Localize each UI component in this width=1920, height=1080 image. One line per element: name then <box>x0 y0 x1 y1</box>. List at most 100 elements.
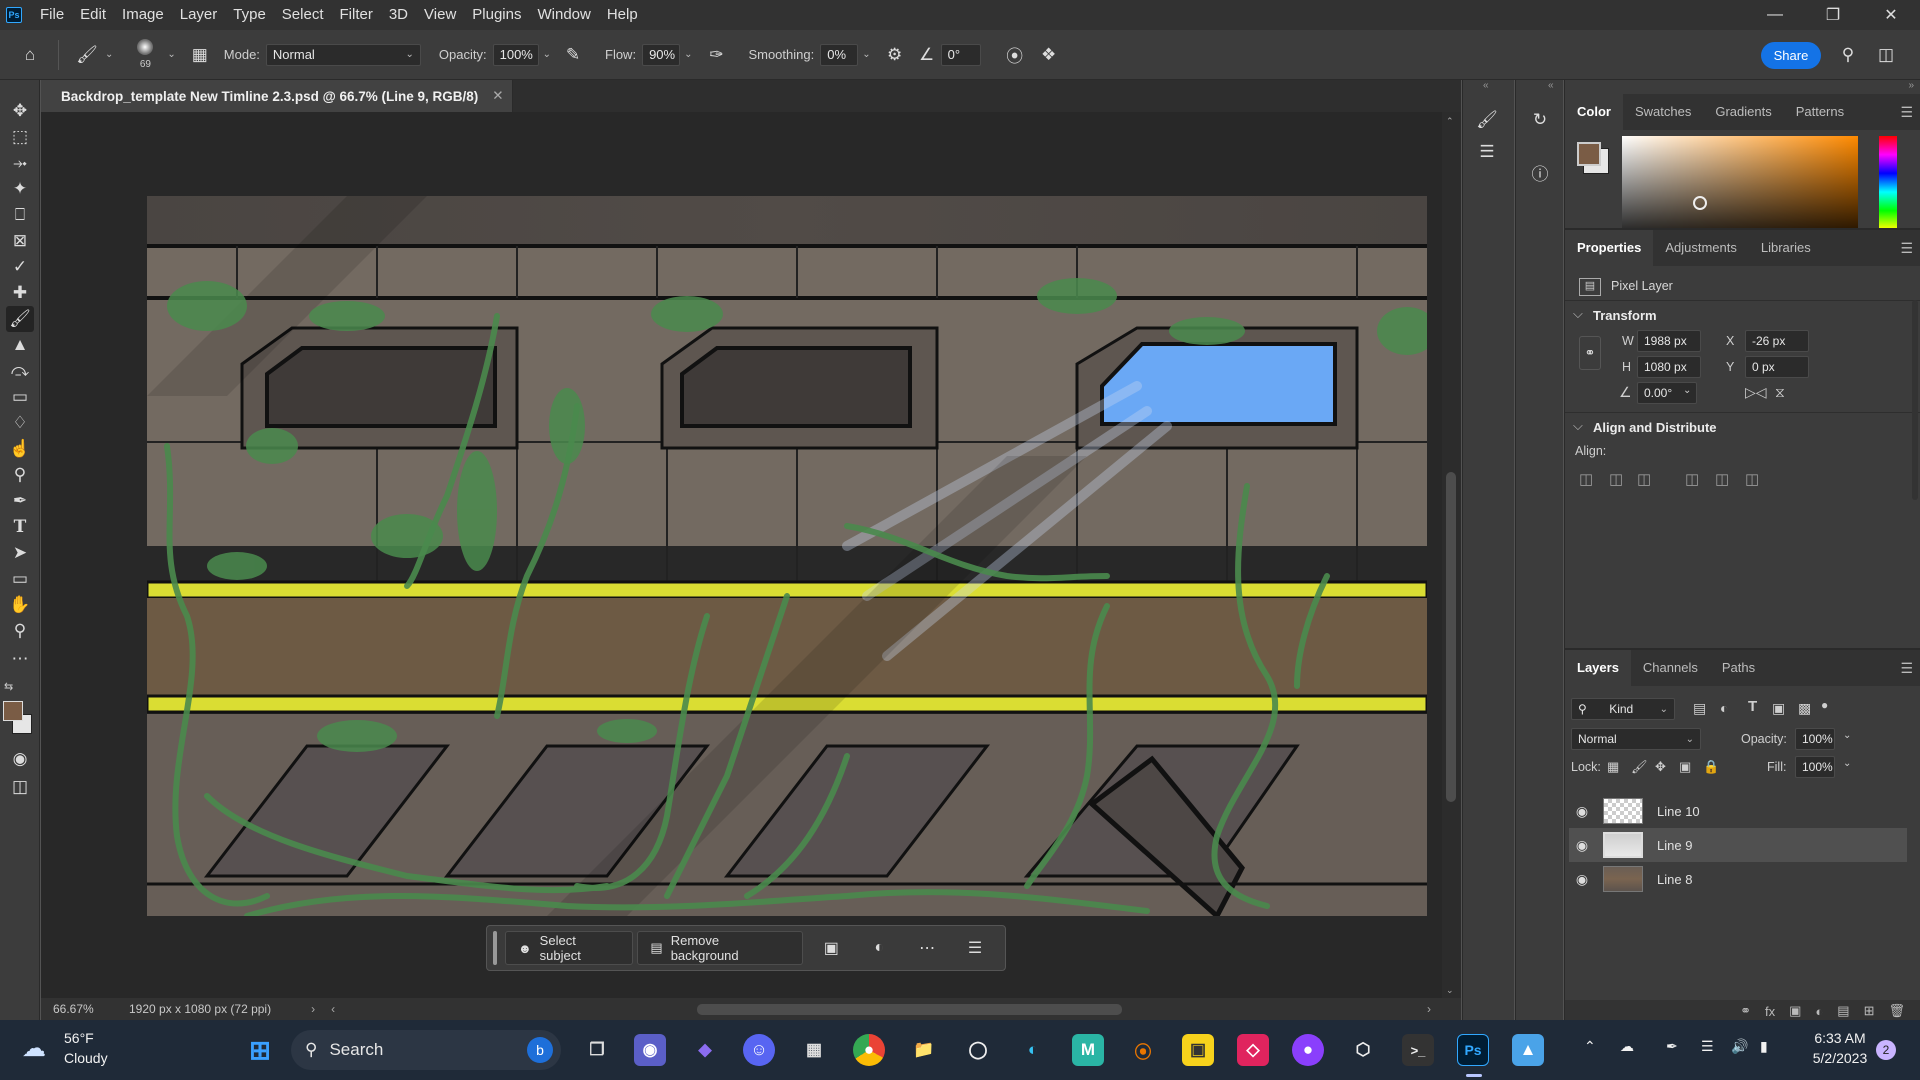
dodge-tool-icon[interactable]: ⚲ <box>6 462 34 488</box>
eraser-tool-icon[interactable]: ▭ <box>6 384 34 410</box>
brush-preset-picker[interactable]: 69 <box>127 38 163 71</box>
onedrive-icon[interactable]: ☁ <box>1620 1038 1634 1055</box>
layer-row-line-10[interactable]: ◉ Line 10 <box>1569 794 1907 828</box>
align-section-header[interactable]: Align and Distribute <box>1565 418 1717 435</box>
smudge-tool-icon[interactable]: ☝ <box>6 436 34 462</box>
flip-horizontal-icon[interactable]: ▷◁ <box>1745 384 1767 401</box>
brush-tool-icon[interactable]: 🖌 <box>6 306 34 332</box>
bing-icon[interactable]: b <box>527 1037 553 1063</box>
battery-icon[interactable]: ▮ <box>1760 1038 1768 1055</box>
file-explorer-icon[interactable]: 📁 <box>908 1034 940 1066</box>
remove-background-button[interactable]: ▤ Remove background <box>637 931 804 965</box>
pressure-size-icon[interactable]: ⦿ <box>1001 41 1029 69</box>
edge-icon[interactable]: ◐ <box>1017 1034 1049 1066</box>
filter-shape-icon[interactable]: ▣ <box>1772 700 1785 717</box>
brush-settings-icon[interactable]: ▦ <box>186 41 214 69</box>
height-input[interactable]: 1080 px <box>1637 356 1701 378</box>
photoshop-taskbar-icon[interactable]: Ps <box>1457 1034 1489 1066</box>
transform-section-header[interactable]: Transform <box>1565 306 1657 323</box>
menu-help[interactable]: Help <box>599 0 646 30</box>
teams-icon[interactable]: ◉ <box>634 1034 666 1066</box>
panel-menu-icon[interactable]: ☰ <box>1900 240 1913 257</box>
weather-desc[interactable]: Cloudy <box>64 1050 108 1066</box>
flow-caret-icon[interactable]: ⌄ <box>684 49 692 60</box>
layer-opacity-input[interactable]: 100% <box>1795 728 1835 750</box>
y-input[interactable]: 0 px <box>1745 356 1809 378</box>
eye-icon[interactable]: ◉ <box>1569 837 1595 854</box>
filter-toggle-icon[interactable]: ● <box>1821 698 1828 712</box>
workspace-icon[interactable]: ◫ <box>1872 41 1900 69</box>
show-hidden-icons[interactable]: ⌃ <box>1584 1038 1596 1055</box>
photos-icon[interactable]: ▲ <box>1512 1034 1544 1066</box>
drag-handle[interactable] <box>493 931 497 965</box>
angle-input[interactable]: 0° <box>940 43 981 66</box>
width-input[interactable]: 1988 px <box>1637 330 1701 352</box>
history-panel-icon[interactable]: ↻ <box>1526 106 1554 134</box>
adjustments-panel-icon[interactable]: ☰ <box>1473 138 1501 166</box>
notification-badge[interactable]: 2 <box>1876 1040 1896 1060</box>
creative-cloud-icon[interactable]: ◇ <box>1237 1034 1269 1066</box>
capture-icon[interactable]: ◯ <box>962 1034 994 1066</box>
align-bottom-icon[interactable]: ◫ <box>1745 470 1759 488</box>
menu-file[interactable]: File <box>32 0 72 30</box>
smoothing-input[interactable]: 0% <box>820 43 859 66</box>
color-foreground-swatch[interactable] <box>1577 142 1601 166</box>
marquee-tool-icon[interactable]: ⬚ <box>6 124 34 150</box>
hand-tool-icon[interactable]: ✋ <box>6 592 34 618</box>
expand-icon[interactable]: » <box>1908 80 1914 91</box>
close-tab-icon[interactable]: ✕ <box>492 88 503 104</box>
wifi-icon[interactable]: ☰ <box>1701 1038 1714 1055</box>
opacity-caret-icon[interactable]: ⌄ <box>543 49 551 60</box>
restore-icon[interactable]: ❐ <box>1804 0 1862 30</box>
windows-start-icon[interactable]: ⊞ <box>244 1034 276 1066</box>
blend-mode-select[interactable]: Normal ⌄ <box>1571 728 1701 750</box>
layer-name[interactable]: Line 8 <box>1657 872 1692 887</box>
align-center-h-icon[interactable]: ◫ <box>1609 470 1623 488</box>
gear-icon[interactable]: ⚙ <box>881 41 909 69</box>
minimize-icon[interactable]: — <box>1746 0 1804 30</box>
share-button[interactable]: Share <box>1761 42 1821 69</box>
layer-name[interactable]: Line 9 <box>1657 838 1692 853</box>
panel-menu-icon[interactable]: ☰ <box>1900 104 1913 121</box>
lock-position-icon[interactable]: ✥ <box>1655 759 1666 775</box>
horizontal-scroll-thumb[interactable] <box>697 1004 1122 1015</box>
lasso-tool-icon[interactable]: ⤞ <box>6 150 34 176</box>
close-window-icon[interactable]: ✕ <box>1862 0 1920 30</box>
weather-temp[interactable]: 56°F <box>64 1030 94 1046</box>
align-top-icon[interactable]: ◫ <box>1685 470 1699 488</box>
path-selection-tool-icon[interactable]: ➤ <box>6 540 34 566</box>
menu-filter[interactable]: Filter <box>332 0 381 30</box>
document-tab[interactable]: Backdrop_template New Timline 2.3.psd @ … <box>41 80 513 112</box>
lock-transparency-icon[interactable]: ▦ <box>1607 759 1619 775</box>
collapse-icon[interactable]: « <box>1483 80 1489 91</box>
menu-edit[interactable]: Edit <box>72 0 114 30</box>
layer-row-line-9[interactable]: ◉ Line 9 <box>1569 828 1907 862</box>
menu-plugins[interactable]: Plugins <box>464 0 529 30</box>
terminal-icon[interactable]: >_ <box>1402 1034 1434 1066</box>
github-icon[interactable]: ● <box>1292 1034 1324 1066</box>
smoothing-caret-icon[interactable]: ⌄ <box>862 49 870 60</box>
screen-mode-icon[interactable]: ◫ <box>6 774 34 800</box>
tab-gradients[interactable]: Gradients <box>1703 94 1783 130</box>
link-layers-icon[interactable]: ⚭ <box>1740 1003 1751 1019</box>
rotation-caret-icon[interactable]: ⌄ <box>1683 385 1691 396</box>
quick-mask-icon[interactable]: ◉ <box>6 746 34 772</box>
eye-icon[interactable]: ◉ <box>1569 871 1595 888</box>
filter-type-icon[interactable]: T <box>1748 698 1757 715</box>
link-icon[interactable]: ⚭ <box>1579 336 1601 370</box>
tab-swatches[interactable]: Swatches <box>1623 94 1703 130</box>
chrome-icon[interactable]: ● <box>853 1034 885 1066</box>
trash-icon[interactable]: 🗑 <box>1888 1003 1905 1019</box>
collapse-icon[interactable]: « <box>1548 80 1554 91</box>
pen-tool-icon[interactable]: ✒ <box>6 488 34 514</box>
stamp-tool-icon[interactable]: ▲ <box>6 332 34 358</box>
fill-input[interactable]: 100% <box>1795 756 1835 778</box>
more-options-icon[interactable]: ⋯ <box>903 931 951 965</box>
healing-brush-tool-icon[interactable]: ✚ <box>6 280 34 306</box>
menu-type[interactable]: Type <box>225 0 274 30</box>
lock-all-icon[interactable]: 🔒 <box>1703 759 1719 775</box>
tab-patterns[interactable]: Patterns <box>1784 94 1856 130</box>
type-tool-icon[interactable]: T <box>6 514 34 540</box>
history-brush-tool-icon[interactable]: ⤼ <box>6 358 34 384</box>
volume-icon[interactable]: 🔊 <box>1731 1038 1748 1055</box>
